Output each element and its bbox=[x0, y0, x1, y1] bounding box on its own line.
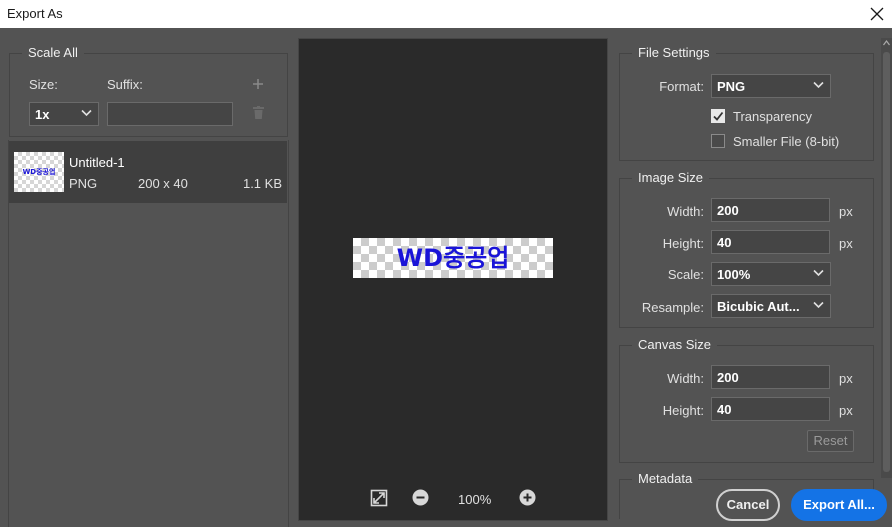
canvas-width-label: Width: bbox=[667, 371, 704, 386]
trash-icon[interactable] bbox=[253, 106, 264, 119]
format-select[interactable]: PNG bbox=[711, 74, 831, 98]
format-label: Format: bbox=[659, 79, 704, 94]
suffix-input[interactable] bbox=[107, 102, 233, 126]
metadata-legend: Metadata bbox=[632, 471, 699, 487]
zoom-out-icon[interactable] bbox=[412, 489, 429, 506]
reset-button[interactable]: Reset bbox=[807, 430, 854, 452]
size-select[interactable]: 1x bbox=[29, 102, 99, 126]
scale-select-value: 100% bbox=[717, 267, 751, 282]
suffix-label: Suffix: bbox=[107, 77, 143, 92]
image-height-label: Height: bbox=[662, 236, 704, 251]
image-size-legend: Image Size bbox=[632, 170, 710, 186]
resample-label: Resample: bbox=[641, 300, 704, 315]
image-width-unit: px bbox=[839, 204, 853, 219]
scale-all-legend: Scale All bbox=[22, 45, 84, 61]
resample-select-value: Bicubic Aut... bbox=[717, 299, 800, 314]
scroll-up-icon[interactable] bbox=[883, 40, 890, 46]
cancel-button[interactable]: Cancel bbox=[716, 489, 780, 521]
format-select-value: PNG bbox=[717, 79, 746, 94]
canvas-height-label: Height: bbox=[662, 403, 704, 418]
canvas-height-unit: px bbox=[839, 403, 853, 418]
transparency-label: Transparency bbox=[733, 109, 812, 124]
chevron-down-icon bbox=[813, 269, 824, 277]
size-select-value: 1x bbox=[35, 107, 50, 122]
checkmark-icon bbox=[713, 111, 724, 121]
canvas-height-input[interactable]: 40 bbox=[711, 397, 830, 421]
image-width-label: Width: bbox=[667, 204, 704, 219]
scrollbar-thumb[interactable] bbox=[883, 52, 890, 472]
close-icon[interactable] bbox=[866, 3, 888, 25]
smaller-file-checkbox[interactable] bbox=[711, 134, 725, 148]
zoom-level: 100% bbox=[458, 492, 492, 507]
add-scale-icon[interactable] bbox=[252, 78, 264, 90]
export-dialog: Scale All Size: Suffix: 1x WD중공업 Untitle… bbox=[0, 28, 892, 527]
chevron-down-icon bbox=[813, 301, 824, 309]
image-height-input[interactable]: 40 bbox=[711, 230, 830, 254]
zoom-in-icon[interactable] bbox=[519, 489, 536, 506]
preview-image: WD중공업 bbox=[353, 238, 553, 278]
fit-to-screen-icon[interactable] bbox=[370, 489, 388, 507]
image-height-unit: px bbox=[839, 236, 853, 251]
size-label: Size: bbox=[29, 77, 58, 92]
chevron-down-icon bbox=[81, 109, 92, 117]
title-bar: Export As bbox=[0, 0, 892, 28]
preview-image-text: WD중공업 bbox=[396, 244, 510, 272]
chevron-down-icon bbox=[813, 81, 824, 89]
smaller-file-label: Smaller File (8-bit) bbox=[733, 134, 840, 149]
canvas-width-unit: px bbox=[839, 371, 853, 386]
canvas-size-legend: Canvas Size bbox=[632, 337, 717, 353]
settings-scrollbar[interactable] bbox=[881, 38, 892, 478]
export-all-button[interactable]: Export All... bbox=[791, 489, 887, 521]
scale-label: Scale: bbox=[667, 267, 704, 282]
asset-list-border bbox=[8, 140, 289, 527]
window-title: Export As bbox=[7, 6, 63, 21]
canvas-width-input[interactable]: 200 bbox=[711, 365, 830, 389]
image-width-input[interactable]: 200 bbox=[711, 198, 830, 222]
preview-pane: WD중공업 100% bbox=[298, 38, 608, 521]
file-settings-legend: File Settings bbox=[632, 45, 716, 61]
resample-select[interactable]: Bicubic Aut... bbox=[711, 294, 831, 318]
scale-select[interactable]: 100% bbox=[711, 262, 831, 286]
transparency-checkbox[interactable] bbox=[711, 109, 725, 123]
